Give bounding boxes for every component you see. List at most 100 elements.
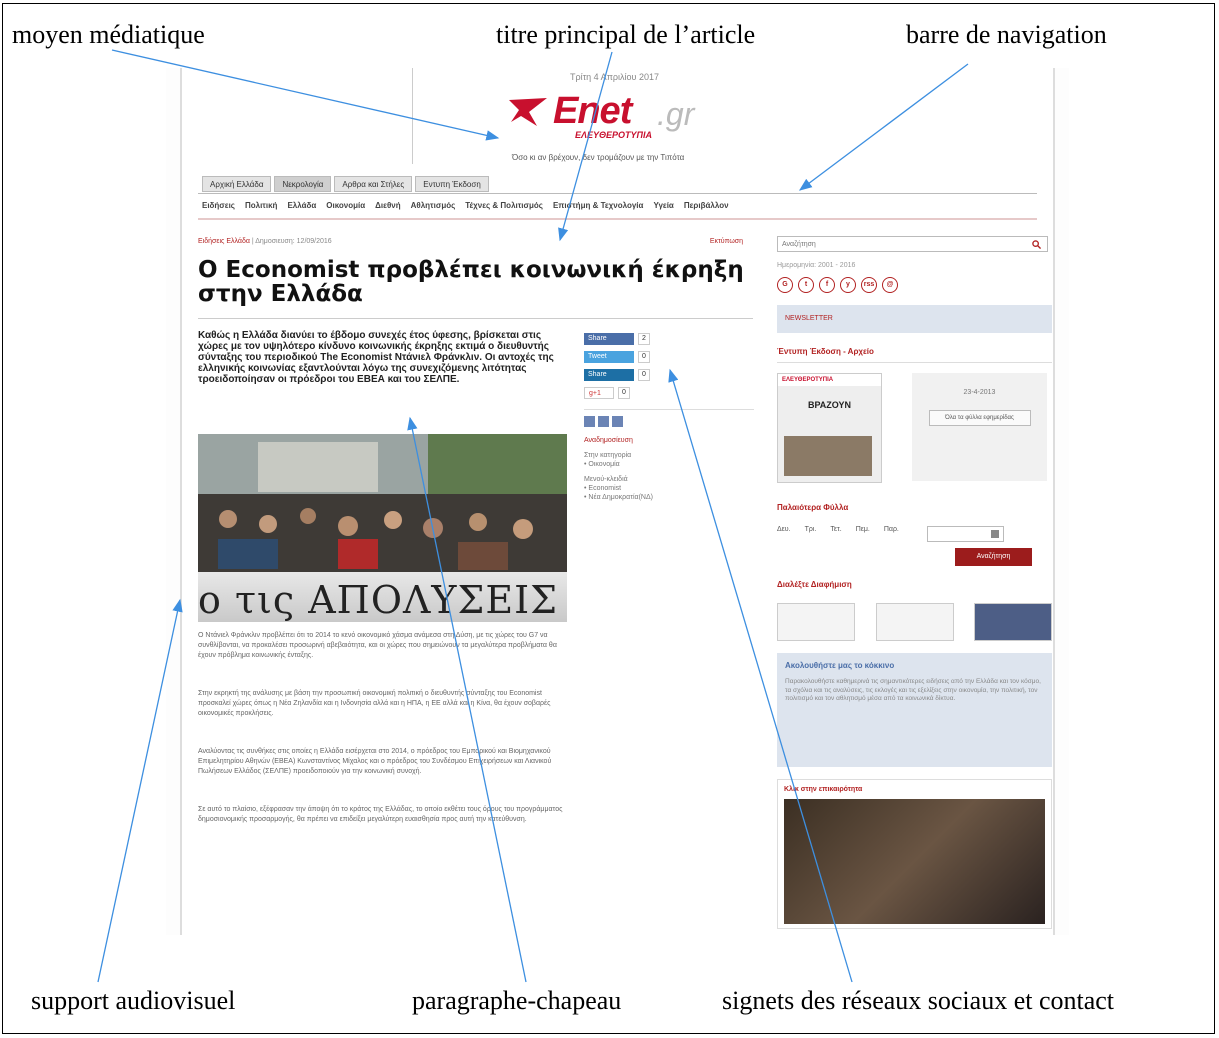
archive-title: Παλαιότερα Φύλλα: [777, 503, 849, 512]
gplus-button[interactable]: g+1: [584, 387, 614, 399]
article-paragraph: Αναλύοντας τις συνθήκες στις οποίες η Ελ…: [198, 748, 552, 775]
tab-articles[interactable]: Αρθρα και Στήλες: [334, 176, 413, 192]
contact-icons: [584, 409, 754, 427]
article-photo[interactable]: ο τις ΑΠΟΛΥΣΕΙΣ: [198, 434, 567, 622]
label-audiovisual: support audiovisuel: [31, 986, 236, 1015]
header-divider: [412, 68, 413, 164]
webpage-screenshot: Τρίτη 4 Απριλίου 2017 Enet .gr ΕΛΕΥΘΕΡΟΤ…: [166, 68, 1069, 935]
article-paragraph: Στην εκρηκτή της ανάλυσης με βάση την πρ…: [198, 690, 551, 717]
site-date: Τρίτη 4 Απριλίου 2017: [570, 72, 659, 82]
all-issues-button[interactable]: Όλα τα φύλλα εφημερίδας: [928, 410, 1031, 426]
right-sidebar: Αναζήτηση Ημερομηνία: 2001 - 2016 G t f …: [777, 236, 1052, 929]
title-divider: [198, 318, 753, 319]
nav-item-world[interactable]: Διεθνή: [375, 201, 400, 210]
search-icon[interactable]: [1032, 240, 1041, 249]
nav-divider: [198, 218, 1037, 220]
nav-item-culture[interactable]: Τέχνες & Πολιτισμός: [465, 201, 543, 210]
tab-home[interactable]: Αρχική Ελλάδα: [202, 176, 272, 192]
share-icon[interactable]: [612, 416, 623, 427]
search-placeholder: Αναζήτηση: [782, 241, 816, 248]
archive-days: Δευ. Τρι. Τετ. Πεμ. Παρ.: [777, 526, 1052, 542]
facebook-share[interactable]: Share 2: [584, 333, 754, 345]
site-logo[interactable]: Enet .gr ΕΛΕΥΘΕΡΟΤΥΠΙΑ: [507, 90, 737, 140]
print-edition-title: Έντυπη Έκδοση - Αρχείο: [777, 347, 874, 356]
social-share-column: Share 2 Tweet 0 Share 0 g+1 0 Αναδημοσίε…: [584, 333, 754, 501]
nav-item-economy[interactable]: Οικονομία: [326, 201, 365, 210]
email-icon[interactable]: @: [882, 277, 898, 293]
archive-date-input[interactable]: [926, 526, 1004, 542]
related-item[interactable]: • Economist: [584, 485, 754, 492]
nav-item-science[interactable]: Επιστήμη & Τεχνολογία: [553, 201, 643, 210]
day-label[interactable]: Τρι.: [805, 526, 817, 542]
page-body: Τρίτη 4 Απριλίου 2017 Enet .gr ΕΛΕΥΘΕΡΟΤ…: [180, 68, 1055, 935]
video-thumbnail[interactable]: [784, 799, 1045, 924]
article-paragraph: Ο Ντάνιελ Φράνκλιν προβλέπει ότι το 2014…: [198, 632, 557, 659]
day-label[interactable]: Παρ.: [884, 526, 899, 542]
nav-item-greece[interactable]: Ελλάδα: [287, 201, 316, 210]
twitter-icon[interactable]: t: [798, 277, 814, 293]
linkedin-share[interactable]: Share 0: [584, 369, 754, 381]
archive-search-button[interactable]: Αναζήτηση: [955, 548, 1032, 566]
paper-headline: ΒΡΑΖΟΥΝ: [807, 400, 852, 410]
tab-print-edition[interactable]: Εντυπη Έκδοση: [415, 176, 489, 192]
gplus-count: 0: [618, 387, 630, 399]
ads-title: Διαλέξτε Διαφήμιση: [777, 580, 852, 589]
related-label: Αναδημοσίευση: [584, 437, 633, 444]
article-meta: Ειδήσεις Ελλάδα | Δημοσιευση: 12/09/2016…: [198, 238, 743, 245]
gplus-share[interactable]: g+1 0: [584, 387, 754, 399]
follow-title[interactable]: Ακολουθήστε μας το κόκκινο: [785, 661, 1044, 670]
article-category[interactable]: Ειδήσεις Ελλάδα: [198, 238, 250, 245]
logo-suffix: .gr: [657, 96, 695, 132]
nav-item-politics[interactable]: Πολιτική: [245, 201, 277, 210]
article-lede: Καθώς η Ελλάδα διανύει το έβδομο συνεχές…: [198, 330, 554, 385]
update-date: Ημερομηνία: 2001 - 2016: [777, 262, 856, 269]
follow-box: Ακολουθήστε μας το κόκκινο Παρακολουθήστ…: [777, 653, 1052, 767]
ad-thumbnail[interactable]: [777, 603, 855, 641]
logo-text: Enet: [553, 90, 632, 132]
linkedin-share-button[interactable]: Share: [584, 369, 634, 381]
gplus-icon[interactable]: G: [777, 277, 793, 293]
label-navbar: barre de navigation: [906, 20, 1107, 49]
nav-item-news[interactable]: Ειδήσεις: [202, 201, 235, 210]
video-title[interactable]: Κλικ στην επικαιρότητα: [784, 786, 1045, 793]
article-title: Ο Economist προβλέπει κοινωνική έκρηξη σ…: [198, 257, 744, 307]
related-item: Στην κατηγορία: [584, 452, 632, 459]
nav-item-environment[interactable]: Περιβάλλον: [684, 201, 729, 210]
rss-icon[interactable]: rss: [861, 277, 877, 293]
email-icon[interactable]: [584, 416, 595, 427]
print-link[interactable]: Εκτύπωση: [710, 238, 743, 245]
print-icon[interactable]: [598, 416, 609, 427]
newsletter-box[interactable]: NEWSLETTER: [777, 305, 1052, 333]
article-body: Ο Ντάνιελ Φράνκλιν προβλέπει ότι το 2014…: [198, 631, 568, 863]
tab-obituaries[interactable]: Νεκρολογία: [274, 176, 332, 192]
related-item[interactable]: • Οικονομία: [584, 461, 754, 468]
day-label[interactable]: Δευ.: [777, 526, 791, 542]
video-box: Κλικ στην επικαιρότητα: [777, 779, 1052, 929]
newspaper-cover[interactable]: ΕΛΕΥΘΕΡΟΤΥΠΙΑ ΒΡΑΖΟΥΝ: [777, 373, 882, 483]
ad-thumbnail[interactable]: [974, 603, 1052, 641]
social-links: G t f y rss @: [777, 277, 1052, 293]
paper-masthead: ΕΛΕΥΘΕΡΟΤΥΠΙΑ: [778, 374, 881, 386]
youtube-icon[interactable]: y: [840, 277, 856, 293]
facebook-share-count: 2: [638, 333, 650, 345]
ad-thumbnail[interactable]: [875, 603, 954, 641]
paper-info: 23-4-2013 Όλα τα φύλλα εφημερίδας: [912, 373, 1047, 481]
label-lead: paragraphe-chapeau: [412, 986, 622, 1015]
day-label[interactable]: Τετ.: [830, 526, 841, 542]
banner-text: ο τις ΑΠΟΛΥΣΕΙΣ: [198, 578, 558, 622]
related-item[interactable]: • Νέα Δημοκρατία(ΝΔ): [584, 494, 754, 501]
nav-item-health[interactable]: Υγεία: [653, 201, 673, 210]
ads-row: [777, 603, 1052, 641]
facebook-icon[interactable]: f: [819, 277, 835, 293]
search-input[interactable]: Αναζήτηση: [777, 236, 1048, 252]
tweet-button[interactable]: Tweet: [584, 351, 634, 363]
logo-swoosh-icon: [509, 98, 547, 126]
nav-item-sports[interactable]: Αθλητισμός: [411, 201, 456, 210]
day-label[interactable]: Πεμ.: [856, 526, 870, 542]
facebook-share-button[interactable]: Share: [584, 333, 634, 345]
label-media: moyen médiatique: [12, 20, 205, 49]
tweet-count: 0: [638, 351, 650, 363]
related-item: Μενού-κλειδιά: [584, 476, 628, 483]
calendar-icon[interactable]: [990, 530, 999, 538]
twitter-share[interactable]: Tweet 0: [584, 351, 754, 363]
